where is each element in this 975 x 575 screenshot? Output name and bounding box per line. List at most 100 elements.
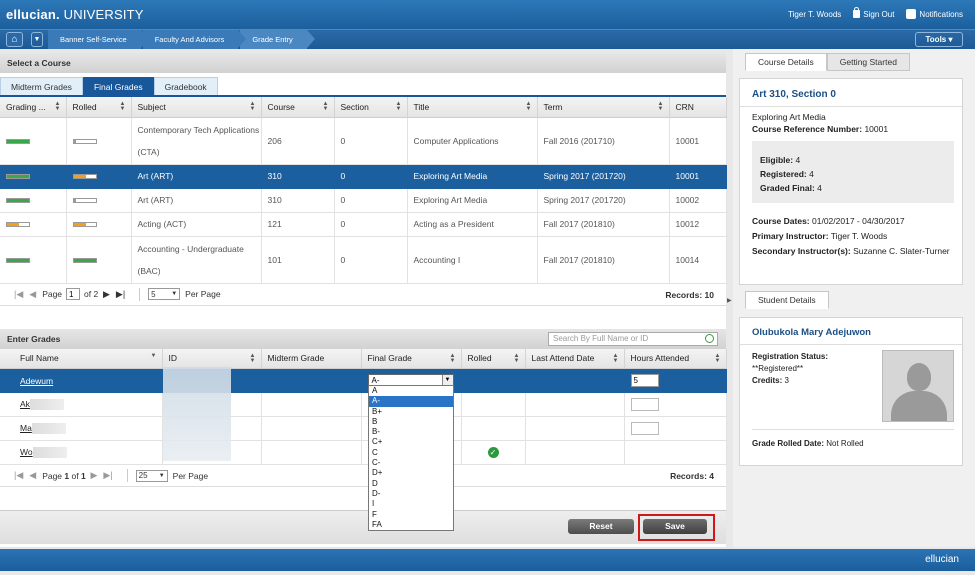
- cell-title: Exploring Art Media: [407, 188, 538, 213]
- grade-option[interactable]: D: [369, 479, 453, 489]
- table-row[interactable]: Art (ART) 310 0 Exploring Art Media Spri…: [0, 188, 727, 213]
- course-details-card: Art 310, Section 0 Exploring Art Media C…: [739, 78, 963, 285]
- grade-option[interactable]: F: [369, 510, 453, 520]
- menu-dropdown-button[interactable]: ▼: [31, 32, 43, 47]
- grade-option[interactable]: C: [369, 448, 453, 458]
- chevron-down-icon: ▼: [171, 291, 178, 297]
- tab-getting-started[interactable]: Getting Started: [826, 53, 910, 71]
- table-row[interactable]: Ma: [0, 416, 727, 441]
- col-hours-attended[interactable]: Hours Attended ▲ ▼: [624, 348, 727, 369]
- col-rolled[interactable]: Rolled ▲ ▼: [461, 348, 526, 369]
- hours-attended-input[interactable]: [630, 422, 659, 435]
- grading-progress-bar: [6, 257, 30, 263]
- page-input[interactable]: [66, 288, 81, 300]
- tab-student-details[interactable]: Student Details: [745, 291, 829, 309]
- grade-option[interactable]: FA: [369, 520, 453, 530]
- tab-final-grades[interactable]: Final Grades: [82, 77, 154, 95]
- grade-option[interactable]: B: [369, 417, 453, 427]
- sort-icon: ▲ ▼: [322, 101, 329, 112]
- home-icon: ⌂: [11, 34, 18, 45]
- chevron-down-icon: ▼: [33, 36, 41, 43]
- student-name-link[interactable]: Ak: [20, 399, 30, 409]
- next-page-icon[interactable]: ▶: [103, 289, 110, 300]
- first-page-icon[interactable]: |◀: [14, 470, 23, 481]
- hours-attended-input[interactable]: 5: [630, 374, 659, 387]
- per-page-select[interactable]: 5 ▼: [148, 288, 181, 300]
- search-input[interactable]: Search By Full Name or ID: [548, 331, 718, 346]
- tools-button[interactable]: Tools ▾: [915, 32, 963, 47]
- check-icon: ✓: [487, 447, 499, 458]
- table-row[interactable]: Adewum A- ▼ 5: [0, 368, 727, 393]
- table-row[interactable]: Wo ✓: [0, 440, 727, 465]
- table-row[interactable]: Contemporary Tech Applications (CTA) 206…: [0, 117, 727, 165]
- student-name-link[interactable]: Adewum: [20, 376, 53, 386]
- col-full-name[interactable]: Full Name ▼: [0, 348, 163, 369]
- grade-option[interactable]: D-: [369, 489, 453, 499]
- prev-page-icon[interactable]: ◀: [29, 470, 36, 481]
- rolled-progress-bar: [72, 174, 97, 180]
- student-name-link[interactable]: Ma: [20, 423, 32, 433]
- col-id[interactable]: ID ▲ ▼: [162, 348, 262, 369]
- col-subject[interactable]: Subject ▲ ▼: [131, 97, 262, 118]
- next-page-icon[interactable]: ▶: [90, 470, 97, 481]
- cell-crn: 10001: [669, 117, 727, 165]
- table-row[interactable]: Ak: [0, 392, 727, 417]
- col-course[interactable]: Course ▲ ▼: [261, 97, 335, 118]
- student-name-link[interactable]: Wo: [20, 447, 33, 457]
- table-row[interactable]: Art (ART) 310 0 Exploring Art Media Spri…: [0, 164, 727, 189]
- cell-crn: 10002: [669, 188, 727, 213]
- col-last-attend-date[interactable]: Last Attend Date ▲ ▼: [525, 348, 625, 369]
- table-row[interactable]: Acting (ACT) 121 0 Acting as a President…: [0, 212, 727, 237]
- cell-crn: 10001: [669, 164, 727, 189]
- collapse-panel-icon[interactable]: ▶: [727, 297, 732, 304]
- hours-attended-input[interactable]: [630, 398, 659, 411]
- per-page-select[interactable]: 25 ▼: [135, 469, 168, 482]
- student-photo: [882, 350, 954, 422]
- breadcrumb-grade-entry[interactable]: Grade Entry: [240, 30, 316, 49]
- cell-term: Fall 2016 (201710): [537, 117, 670, 165]
- cell-term: Spring 2017 (201720): [537, 188, 670, 213]
- grade-option[interactable]: A-: [369, 396, 453, 407]
- main-panel: Select a Course Midterm Grades Final Gra…: [0, 53, 727, 547]
- grading-progress-bar: [6, 174, 30, 180]
- grade-option[interactable]: C+: [369, 437, 453, 447]
- col-term[interactable]: Term ▲ ▼: [537, 97, 670, 118]
- breadcrumb-bar: ⌂ ▼ Banner Self-Service Faculty And Advi…: [0, 29, 975, 49]
- col-final-grade[interactable]: Final Grade ▲ ▼: [361, 348, 462, 369]
- notifications-button[interactable]: Notifications: [906, 9, 963, 19]
- col-rolled[interactable]: Rolled ▲ ▼: [66, 97, 132, 118]
- tab-gradebook[interactable]: Gradebook: [153, 77, 218, 95]
- grade-option[interactable]: A: [369, 386, 453, 396]
- last-page-icon[interactable]: ▶|: [103, 470, 112, 481]
- col-title[interactable]: Title ▲ ▼: [407, 97, 538, 118]
- col-midterm-grade[interactable]: Midterm Grade: [261, 348, 362, 369]
- breadcrumb: Banner Self-Service Faculty And Advisors…: [48, 30, 316, 49]
- cell-crn: 10012: [669, 212, 727, 237]
- brand-logo[interactable]: ellucian. UNIVERSITY: [6, 7, 144, 22]
- grade-option[interactable]: D+: [369, 468, 453, 478]
- breadcrumb-banner-self-service[interactable]: Banner Self-Service: [48, 30, 149, 49]
- home-button[interactable]: ⌂: [6, 32, 23, 47]
- col-crn[interactable]: CRN: [669, 97, 727, 118]
- grade-option[interactable]: I: [369, 499, 453, 509]
- course-subtitle: Exploring Art Media: [752, 112, 826, 122]
- sort-icon: ▲ ▼: [612, 352, 619, 364]
- grade-option[interactable]: C-: [369, 458, 453, 468]
- last-page-icon[interactable]: ▶|: [116, 289, 125, 300]
- col-grading[interactable]: Grading ... ▲ ▼: [0, 97, 67, 118]
- first-page-icon[interactable]: |◀: [14, 289, 23, 300]
- col-section[interactable]: Section ▲ ▼: [334, 97, 408, 118]
- breadcrumb-faculty-advisors[interactable]: Faculty And Advisors: [142, 30, 246, 49]
- reset-button[interactable]: Reset: [568, 519, 634, 534]
- table-row[interactable]: Accounting - Undergraduate (BAC) 101 0 A…: [0, 236, 727, 284]
- sign-out-link[interactable]: Sign Out: [853, 7, 894, 19]
- tab-course-details[interactable]: Course Details: [745, 53, 827, 71]
- grade-option[interactable]: B+: [369, 407, 453, 417]
- cell-term: Fall 2017 (201810): [537, 236, 670, 284]
- cell-title: Computer Applications: [407, 117, 538, 165]
- tab-midterm-grades[interactable]: Midterm Grades: [0, 77, 83, 95]
- grade-option[interactable]: B-: [369, 427, 453, 437]
- rolled-progress-bar: [72, 257, 97, 263]
- cell-section: 0: [334, 236, 408, 284]
- prev-page-icon[interactable]: ◀: [29, 289, 36, 300]
